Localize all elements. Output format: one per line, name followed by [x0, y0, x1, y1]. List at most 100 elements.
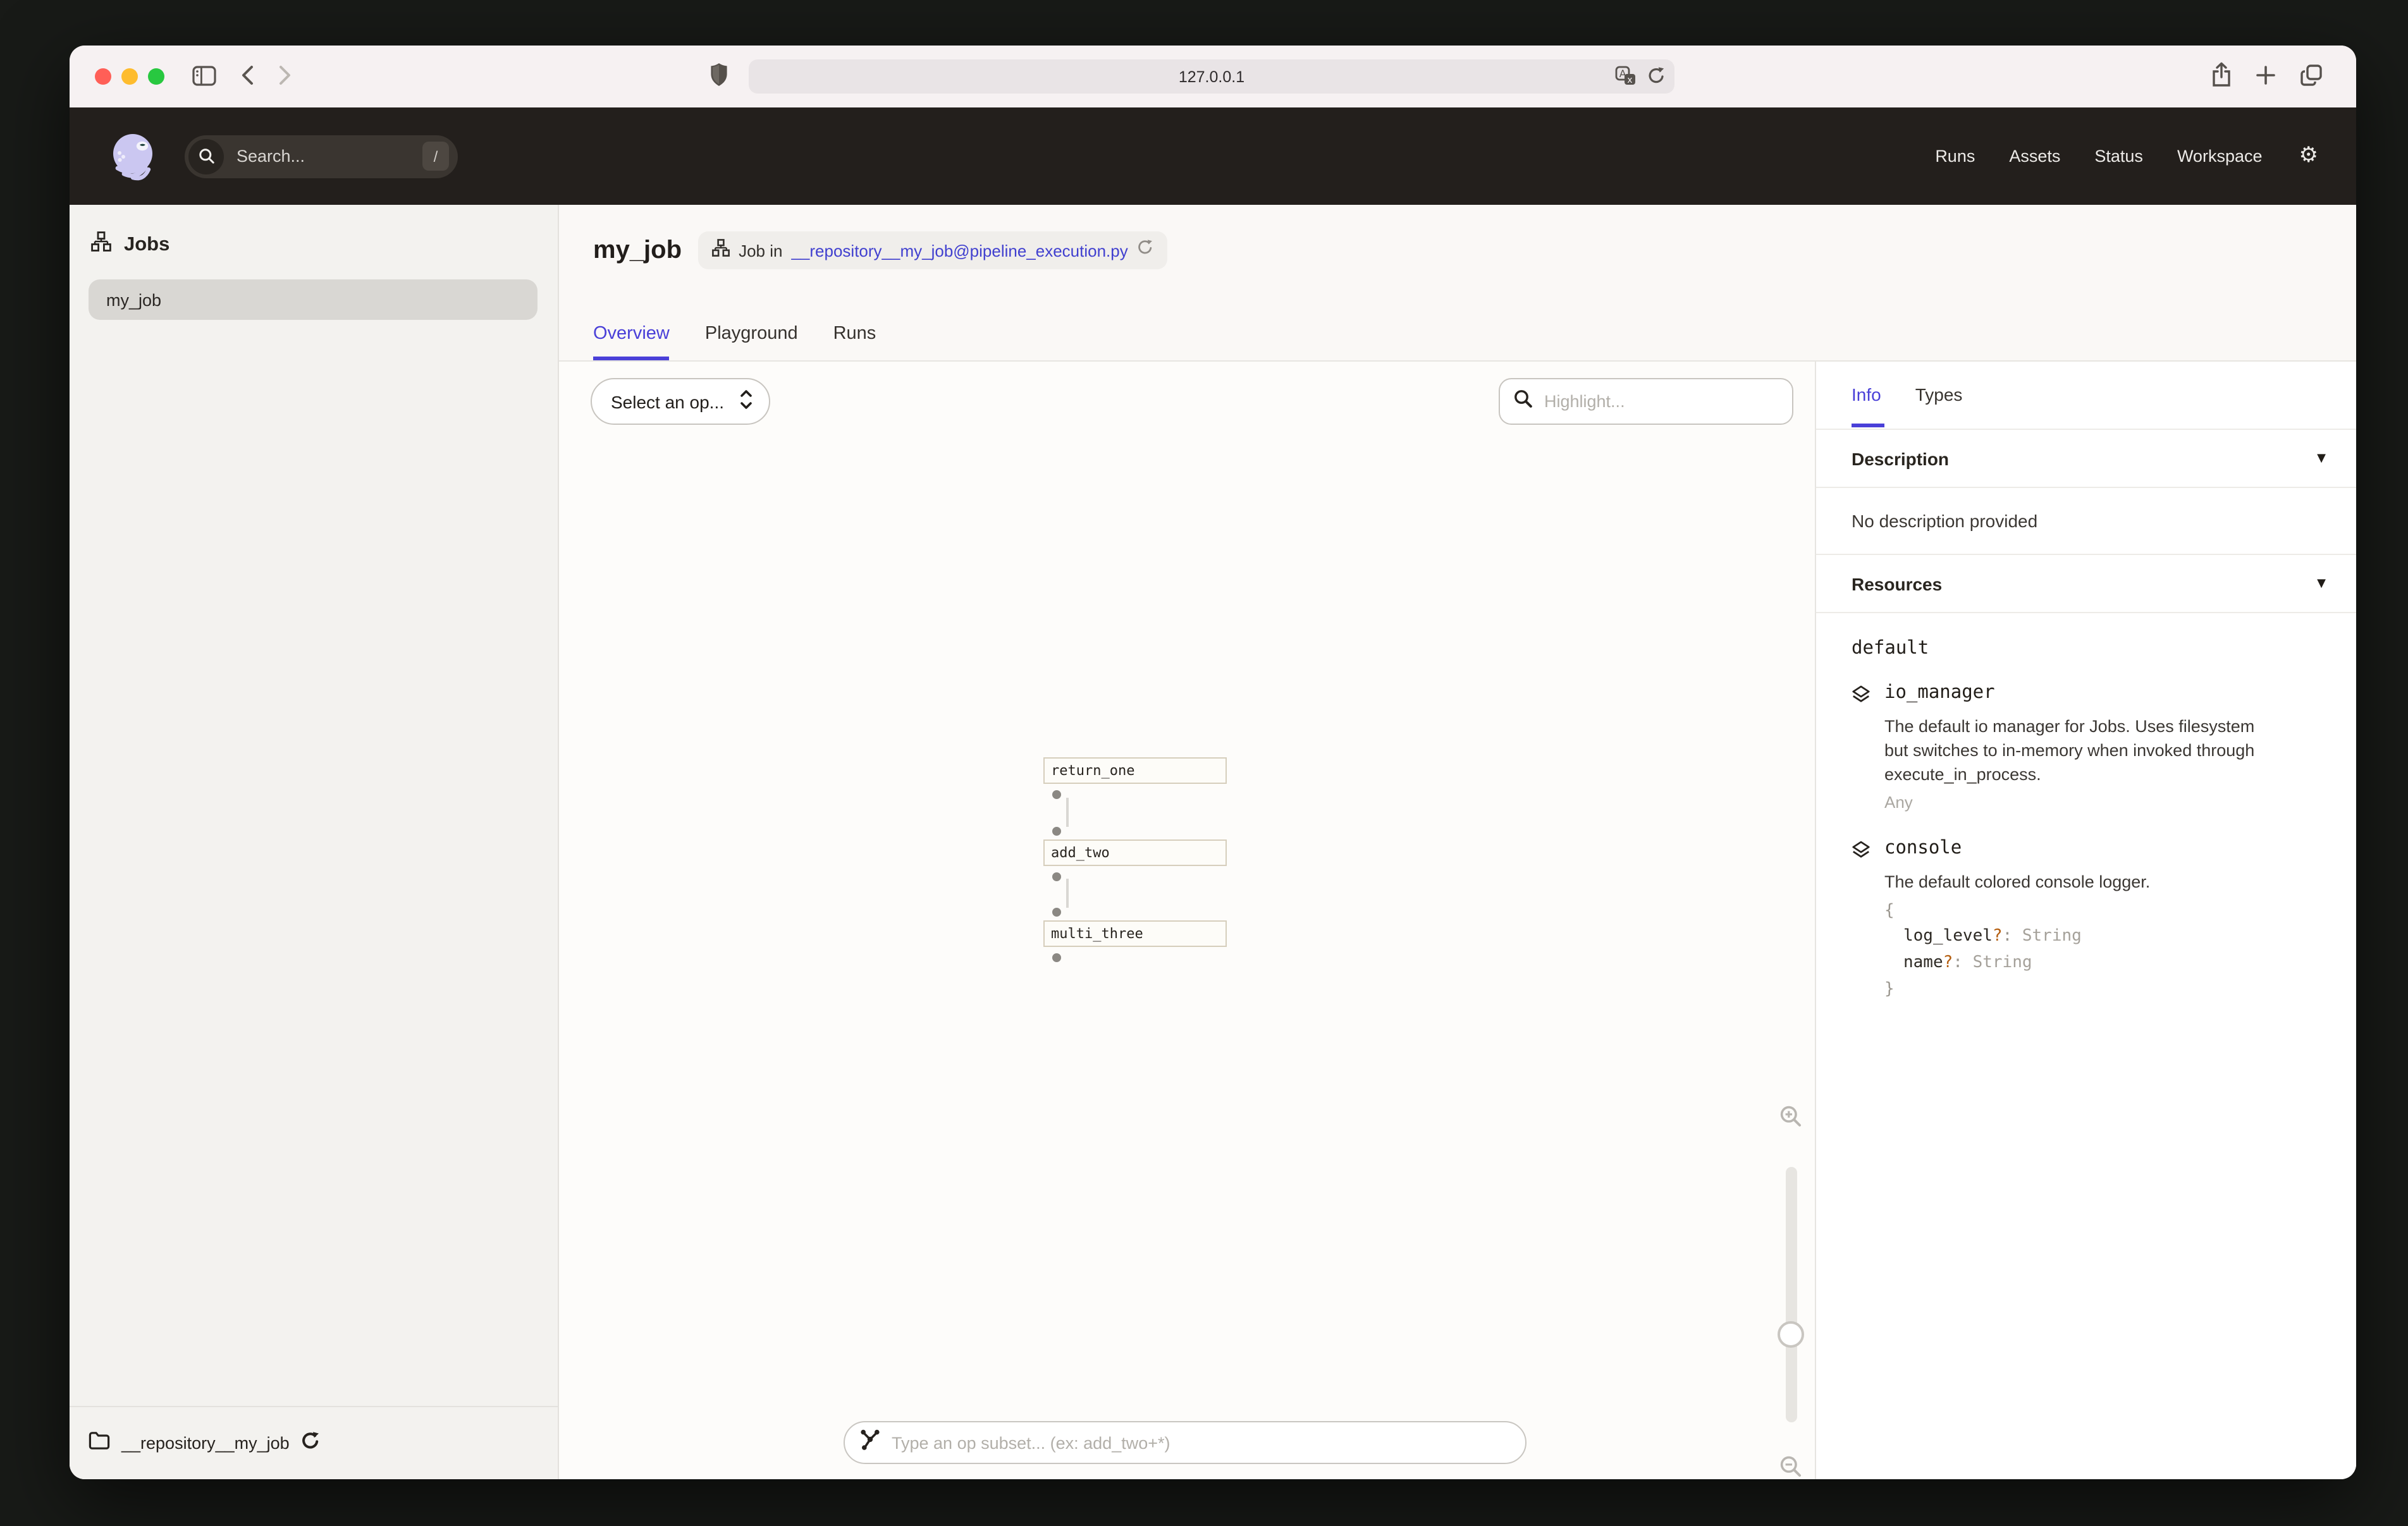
- edge-line: [1066, 798, 1069, 827]
- window-controls: [95, 68, 164, 85]
- minimize-window-button[interactable]: [121, 68, 138, 85]
- dagster-logo[interactable]: [108, 130, 161, 183]
- zoom-out-icon[interactable]: [1779, 1455, 1802, 1479]
- op-node-multi-three[interactable]: multi_three: [1043, 920, 1227, 947]
- badge-prefix: Job in: [739, 241, 782, 260]
- search-shortcut-badge: /: [422, 142, 449, 171]
- close-window-button[interactable]: [95, 68, 111, 85]
- badge-repository-link[interactable]: __repository__my_job@pipeline_execution.…: [791, 241, 1127, 260]
- main-area: my_job Job in __repository__my_job@pipel…: [559, 205, 2356, 1479]
- panel-tabs: Info Types: [1816, 362, 2356, 430]
- resource-io-manager: io_manager The default io manager for Jo…: [1852, 683, 2321, 812]
- output-port: [1052, 872, 1061, 881]
- resources-title: Resources: [1852, 573, 1942, 594]
- search-placeholder: Search...: [236, 147, 422, 166]
- sidebar-toggle-icon[interactable]: [192, 65, 216, 85]
- resource-layers-icon: [1852, 685, 1870, 812]
- search-icon: [188, 138, 224, 174]
- sidebar-title: Jobs: [124, 233, 169, 256]
- app-header: Search... / Runs Assets Status Workspace…: [70, 107, 2356, 205]
- zoom-in-icon[interactable]: [1779, 1105, 1802, 1134]
- share-icon[interactable]: [2211, 62, 2232, 87]
- privacy-shield-icon[interactable]: [710, 62, 728, 87]
- chevron-up-down-icon: [739, 389, 752, 413]
- panel-tab-info[interactable]: Info: [1852, 363, 1881, 427]
- resource-group-name: default: [1852, 638, 2321, 659]
- address-bar[interactable]: 127.0.0.1 Ax: [749, 59, 1674, 94]
- zoom-slider-handle[interactable]: [1778, 1321, 1804, 1348]
- description-section-header[interactable]: Description ▼: [1816, 430, 2356, 488]
- url-text: 127.0.0.1: [1179, 68, 1244, 85]
- tab-runs[interactable]: Runs: [833, 324, 876, 360]
- resource-description: The default colored console logger.: [1884, 870, 2259, 894]
- resource-name: io_manager: [1884, 683, 2259, 703]
- settings-gear-icon[interactable]: ⚙: [2299, 145, 2319, 167]
- repository-name: __repository__my_job: [121, 1434, 290, 1453]
- input-port: [1052, 908, 1061, 917]
- resources-body: default io_manager The default io manage…: [1816, 613, 2356, 1056]
- op-selector-label: Select an op...: [611, 391, 724, 412]
- highlight-placeholder: Highlight...: [1544, 392, 1625, 411]
- reload-repository-icon[interactable]: [301, 1431, 320, 1456]
- op-subset-input[interactable]: Type an op subset... (ex: add_two+*): [844, 1421, 1526, 1464]
- nav-status[interactable]: Status: [2094, 147, 2143, 166]
- op-selector-dropdown[interactable]: Select an op...: [591, 378, 770, 425]
- nav-assets[interactable]: Assets: [2009, 147, 2060, 166]
- svg-text:x: x: [1627, 75, 1632, 85]
- back-button-icon[interactable]: [240, 64, 254, 86]
- op-graph-canvas[interactable]: Select an op... Highlight... return_o: [559, 362, 1815, 1479]
- collapse-caret-icon: ▼: [2317, 577, 2326, 590]
- op-subset-placeholder: Type an op subset... (ex: add_two+*): [892, 1433, 1170, 1452]
- resource-description: The default io manager for Jobs. Uses fi…: [1884, 714, 2259, 787]
- panel-tab-types[interactable]: Types: [1915, 363, 1963, 427]
- zoom-slider-track[interactable]: [1785, 1167, 1797, 1422]
- browser-toolbar: 127.0.0.1 Ax: [70, 46, 2356, 107]
- output-port: [1052, 953, 1061, 962]
- job-tabs: Overview Playground Runs: [593, 324, 876, 360]
- op-node-return-one[interactable]: return_one: [1043, 757, 1227, 784]
- input-port: [1052, 827, 1061, 836]
- tab-overview[interactable]: Overview: [593, 324, 670, 360]
- translate-icon[interactable]: Ax: [1615, 66, 1637, 86]
- job-origin-badge: Job in __repository__my_job@pipeline_exe…: [698, 231, 1167, 269]
- config-field: log_level?: String: [1884, 925, 2259, 951]
- jobs-sidebar: Jobs my_job __repository__my_job: [70, 205, 559, 1479]
- reload-icon[interactable]: [1647, 66, 1666, 86]
- zoom-window-button[interactable]: [148, 68, 164, 85]
- zoom-controls: [1774, 1105, 1807, 1479]
- info-panel: Info Types Description ▼ No description …: [1815, 362, 2356, 1479]
- global-search[interactable]: Search... /: [185, 135, 458, 178]
- config-schema: { log_level?: String name?: String }: [1884, 898, 2259, 1003]
- resource-console: console The default colored console logg…: [1852, 839, 2321, 1004]
- config-field: name?: String: [1884, 951, 2259, 977]
- op-node-add-two[interactable]: add_two: [1043, 839, 1227, 866]
- repository-footer: __repository__my_job: [70, 1406, 558, 1479]
- desktop-background: 127.0.0.1 Ax: [0, 0, 2408, 1526]
- output-port: [1052, 790, 1061, 799]
- badge-reload-icon[interactable]: [1137, 239, 1153, 262]
- forward-button-icon[interactable]: [278, 64, 292, 86]
- collapse-caret-icon: ▼: [2317, 452, 2326, 465]
- edge-line: [1066, 879, 1069, 908]
- resources-section-header[interactable]: Resources ▼: [1816, 555, 2356, 613]
- search-icon: [1514, 389, 1533, 414]
- description-title: Description: [1852, 448, 1949, 468]
- job-header: my_job Job in __repository__my_job@pipel…: [559, 205, 2356, 362]
- new-tab-icon[interactable]: [2255, 64, 2276, 85]
- config-close-brace: }: [1884, 977, 2259, 1004]
- sidebar-item-my-job[interactable]: my_job: [89, 279, 538, 320]
- nav-runs[interactable]: Runs: [1935, 147, 1975, 166]
- resource-layers-icon: [1852, 841, 1870, 1004]
- tab-overview-icon[interactable]: [2299, 63, 2323, 87]
- browser-window: 127.0.0.1 Ax: [70, 46, 2356, 1479]
- page-title: my_job: [593, 236, 682, 265]
- tab-playground[interactable]: Playground: [705, 324, 798, 360]
- resource-name: console: [1884, 839, 2259, 859]
- folder-icon: [89, 1431, 110, 1456]
- highlight-input[interactable]: Highlight...: [1499, 378, 1793, 425]
- description-body: No description provided: [1816, 488, 2356, 555]
- config-open-brace: {: [1884, 898, 2259, 925]
- jobs-icon: [91, 231, 111, 258]
- nav-workspace[interactable]: Workspace: [2177, 147, 2263, 166]
- top-navigation: Runs Assets Status Workspace ⚙: [1935, 145, 2318, 167]
